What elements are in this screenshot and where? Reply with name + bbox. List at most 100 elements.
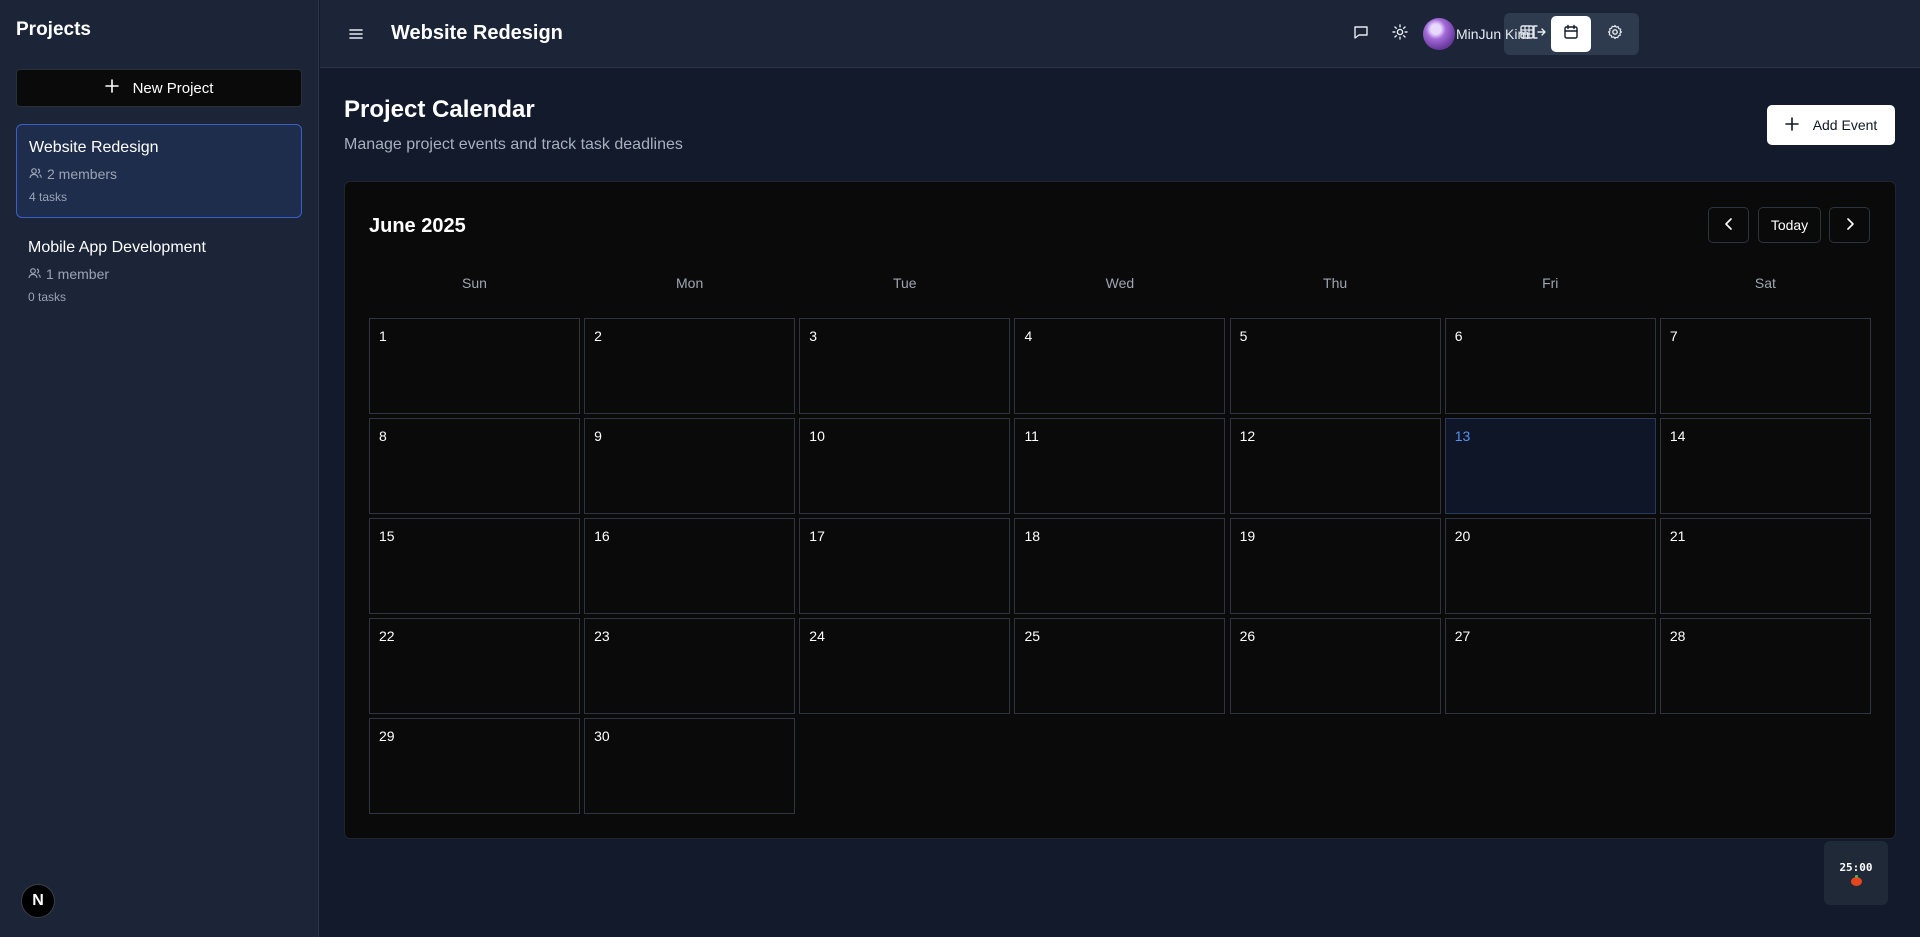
calendar-day[interactable]: 9 bbox=[584, 418, 796, 514]
day-number: 18 bbox=[1024, 528, 1041, 544]
previous-month-button[interactable] bbox=[1708, 207, 1749, 243]
day-number: 14 bbox=[1669, 428, 1686, 444]
members-count: 1 member bbox=[46, 266, 110, 282]
calendar-day[interactable]: 18 bbox=[1014, 518, 1226, 614]
day-number: 1 bbox=[379, 328, 387, 344]
page-title: Project Calendar bbox=[344, 96, 535, 123]
calendar-grid: 1 2 3 4 5 6 7 8 9 10 11 12 13 14 15 16 17 18 19 20 21 22 23 24 2… bbox=[369, 318, 1871, 816]
day-number: 28 bbox=[1669, 628, 1686, 644]
users-icon bbox=[28, 266, 41, 282]
calendar-day[interactable]: 30 bbox=[584, 718, 796, 814]
project-card-mobile-app-development[interactable]: Mobile App Development 1 member 0 tasks bbox=[16, 225, 302, 319]
theme-toggle-button[interactable] bbox=[1386, 20, 1414, 48]
chat-button[interactable] bbox=[1347, 20, 1375, 48]
day-number: 22 bbox=[379, 628, 395, 644]
calendar: June 2025 Today Sun Mon Tue Wed Thu Fri Sat 12… bbox=[344, 181, 1896, 839]
weekday-label: Sat bbox=[1754, 275, 1776, 291]
menu-icon[interactable] bbox=[344, 22, 368, 46]
day-number: 20 bbox=[1454, 528, 1471, 544]
calendar-day[interactable]: 25 bbox=[1014, 618, 1226, 714]
calendar-day[interactable]: 6 bbox=[1444, 318, 1656, 414]
calendar-day[interactable]: 24 bbox=[799, 618, 1011, 714]
project-card-website-redesign[interactable]: Website Redesign 2 members 4 tasks bbox=[16, 124, 302, 218]
day-number: 17 bbox=[809, 528, 825, 544]
calendar-day[interactable]: 28 bbox=[1659, 618, 1871, 714]
logout-icon bbox=[1531, 24, 1547, 45]
day-number: 19 bbox=[1239, 528, 1256, 544]
weekday-label: Fri bbox=[1542, 275, 1559, 291]
weekday-label: Mon bbox=[676, 275, 704, 291]
calendar-day[interactable]: 17 bbox=[799, 518, 1011, 614]
day-number: 11 bbox=[1024, 428, 1039, 444]
calendar-day[interactable]: 22 bbox=[369, 618, 580, 714]
sidebar-title: Projects bbox=[16, 19, 91, 40]
gear-icon bbox=[1607, 24, 1623, 45]
framework-badge[interactable]: N bbox=[21, 884, 55, 918]
day-number: 2 bbox=[594, 328, 602, 344]
calendar-day[interactable]: 5 bbox=[1229, 318, 1441, 414]
day-number: 24 bbox=[809, 628, 825, 644]
calendar-month-label: June 2025 bbox=[369, 215, 466, 237]
page-subtitle: Manage project events and track task dea… bbox=[344, 136, 683, 153]
user-name: MinJun Kim bbox=[1456, 26, 1530, 42]
add-event-label: Add Event bbox=[1812, 117, 1878, 133]
day-number: 7 bbox=[1669, 328, 1678, 344]
new-project-label: New Project bbox=[132, 79, 214, 97]
weekday-label: Wed bbox=[1105, 275, 1135, 291]
day-number: 6 bbox=[1454, 328, 1463, 344]
day-number: 21 bbox=[1669, 528, 1686, 544]
calendar-day[interactable]: 26 bbox=[1229, 618, 1441, 714]
calendar-day[interactable]: 11 bbox=[1014, 418, 1226, 514]
avatar[interactable] bbox=[1423, 18, 1455, 50]
day-number: 3 bbox=[809, 328, 818, 344]
message-icon bbox=[1353, 24, 1369, 45]
calendar-day-today[interactable]: 13 bbox=[1444, 418, 1656, 514]
chevron-left-icon bbox=[1724, 217, 1734, 233]
day-number: 5 bbox=[1239, 328, 1248, 344]
day-number: 16 bbox=[594, 528, 610, 544]
chevron-right-icon bbox=[1845, 217, 1855, 233]
calendar-day[interactable]: 15 bbox=[369, 518, 580, 614]
calendar-day[interactable]: 1 bbox=[369, 318, 580, 414]
tasks-count: 0 tasks bbox=[28, 290, 67, 304]
calendar-day[interactable]: 23 bbox=[584, 618, 796, 714]
calendar-day[interactable]: 12 bbox=[1229, 418, 1441, 514]
calendar-day[interactable]: 2 bbox=[584, 318, 796, 414]
day-number: 9 bbox=[594, 428, 602, 444]
sidebar: Projects New Project Website Redesign 2 … bbox=[0, 0, 319, 937]
next-month-button[interactable] bbox=[1829, 207, 1870, 243]
add-event-button[interactable]: Add Event bbox=[1767, 105, 1895, 145]
weekday-header: Sun Mon Tue Wed Thu Fri Sat bbox=[369, 275, 1871, 295]
settings-view-button[interactable] bbox=[1595, 16, 1635, 52]
new-project-button[interactable]: New Project bbox=[16, 69, 302, 107]
day-number: 25 bbox=[1024, 628, 1041, 644]
day-number: 29 bbox=[379, 728, 395, 744]
tomato-icon bbox=[1850, 874, 1862, 886]
calendar-day[interactable]: 3 bbox=[799, 318, 1011, 414]
sun-icon bbox=[1392, 23, 1408, 45]
calendar-day[interactable]: 21 bbox=[1659, 518, 1871, 614]
day-number: 4 bbox=[1024, 328, 1033, 344]
calendar-day[interactable]: 8 bbox=[369, 418, 580, 514]
calendar-view-button[interactable] bbox=[1551, 16, 1591, 52]
project-members: 1 member bbox=[28, 266, 109, 282]
plus-icon bbox=[1784, 116, 1799, 134]
calendar-day[interactable]: 29 bbox=[369, 718, 580, 814]
calendar-day[interactable]: 14 bbox=[1659, 418, 1871, 514]
day-number: 12 bbox=[1239, 428, 1256, 444]
calendar-day[interactable]: 27 bbox=[1444, 618, 1656, 714]
pomodoro-timer[interactable]: 25:00 bbox=[1824, 841, 1888, 905]
plus-icon bbox=[104, 79, 119, 97]
calendar-day[interactable]: 16 bbox=[584, 518, 796, 614]
today-button[interactable]: Today bbox=[1758, 207, 1821, 243]
day-number: 30 bbox=[594, 728, 610, 744]
day-number: 10 bbox=[809, 428, 825, 444]
logout-button[interactable] bbox=[1525, 20, 1553, 48]
members-count: 2 members bbox=[47, 166, 118, 182]
calendar-day[interactable]: 19 bbox=[1229, 518, 1441, 614]
calendar-day[interactable]: 4 bbox=[1014, 318, 1226, 414]
calendar-day[interactable]: 10 bbox=[799, 418, 1011, 514]
calendar-day[interactable]: 7 bbox=[1659, 318, 1871, 414]
calendar-day[interactable]: 20 bbox=[1444, 518, 1656, 614]
header-title: Website Redesign bbox=[391, 22, 563, 44]
